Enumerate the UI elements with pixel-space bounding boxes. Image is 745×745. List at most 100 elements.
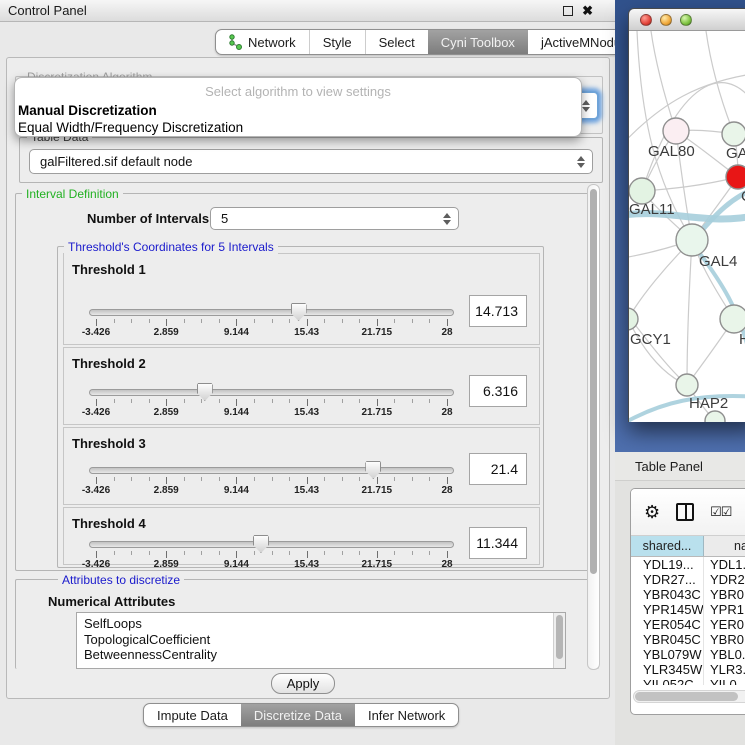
table-row[interactable]: YBL079WYBL0... [631,647,745,662]
threshold-value-field[interactable]: 11.344 [469,527,527,559]
table-data-combobox[interactable]: galFiltered.sif default node [29,149,593,174]
cell-shared-name[interactable]: YIL052C [631,677,704,685]
table-row[interactable]: YPR145WYPR1... [631,602,745,617]
tab-style[interactable]: Style [309,30,365,54]
threshold-value-field[interactable]: 14.713 [469,295,527,327]
cell-shared-name[interactable]: YBL079W [631,647,704,662]
number-of-intervals-combobox[interactable]: 5 [210,207,459,230]
slider-thumb[interactable] [197,383,213,401]
column-header-shared-name[interactable]: shared... [631,536,704,556]
table-row[interactable]: YLR345WYLR3... [631,662,745,677]
close-traffic-light-icon[interactable] [640,14,652,26]
algorithm-dropdown-popup: Select algorithm to view settings Manual… [14,77,582,137]
table-rows: YDL19...YDL1...YDR27...YDR2...YBR043CYBR… [631,557,745,685]
cell-name[interactable]: YPR1... [704,602,745,617]
slider-track[interactable] [89,309,454,316]
table-row[interactable]: YER054CYER0... [631,617,745,632]
network-canvas[interactable]: GAL80GACGAL11GAL4GCY1HHAP2 [629,31,745,422]
tab-select[interactable]: Select [365,30,428,54]
network-node[interactable] [720,305,745,333]
cell-shared-name[interactable]: YBR045C [631,632,704,647]
cell-name[interactable]: YBR0... [704,587,745,602]
cell-shared-name[interactable]: YBR043C [631,587,704,602]
attribute-list-item[interactable]: SelfLoops [77,616,565,632]
network-node[interactable] [676,224,708,256]
tick-label: 15.43 [279,327,335,338]
cell-shared-name[interactable]: YLR345W [631,662,704,677]
tick-mark [272,399,273,403]
network-node-label: C [741,188,745,205]
cell-shared-name[interactable]: YER054C [631,617,704,632]
tick-label: 2.859 [138,407,194,418]
cell-name[interactable]: YDR2... [704,572,745,587]
slider-track[interactable] [89,467,454,474]
tab-cyni-toolbox[interactable]: Cyni Toolbox [428,30,528,54]
tab-discretize-data[interactable]: Discretize Data [241,704,355,726]
panel-vertical-scrollbar[interactable] [587,184,600,670]
table-row[interactable]: YBR043CYBR0... [631,587,745,602]
table-row[interactable]: YDL19...YDL1... [631,557,745,572]
slider-thumb[interactable] [291,303,307,321]
numerical-attributes-list[interactable]: SelfLoopsTopologicalCoefficientBetweenne… [76,612,566,669]
cell-name[interactable]: YDL1... [704,557,745,572]
tick-label: 15.43 [279,407,335,418]
column-header-name[interactable]: na... [704,536,745,556]
cell-shared-name[interactable]: YDL19... [631,557,704,572]
table-horizontal-scrollbar[interactable] [633,690,745,703]
select-columns-icon[interactable]: ☑☑ [710,504,731,520]
threshold-panel: Threshold 3-3.4262.8599.14415.4321.71528… [63,427,540,505]
tab-network[interactable]: Network [216,30,309,54]
tick-mark [307,399,308,406]
dropdown-option-manual[interactable]: Manual Discretization [18,103,157,118]
split-columns-icon[interactable] [676,503,694,521]
network-node[interactable] [722,122,745,146]
attribute-list-item[interactable]: TopologicalCoefficient [77,632,565,648]
minimize-traffic-light-icon[interactable] [660,14,672,26]
tick-mark [219,319,220,323]
list-scrollbar[interactable] [553,613,565,668]
tick-mark [429,399,430,403]
cell-name[interactable]: YLR3... [704,662,745,677]
tick-label: 2.859 [138,559,194,570]
tick-mark [254,319,255,323]
network-icon [229,34,243,50]
slider-track[interactable] [89,541,454,548]
slider-thumb[interactable] [253,535,269,553]
tab-impute-data[interactable]: Impute Data [144,704,241,726]
slider-track[interactable] [89,389,454,396]
threshold-value-field[interactable]: 6.316 [469,375,527,407]
slider-thumb[interactable] [365,461,381,479]
tab-infer-network[interactable]: Infer Network [355,704,458,726]
network-node[interactable] [726,165,745,189]
table-row[interactable]: YDR27...YDR2... [631,572,745,587]
network-node-label: GAL11 [629,201,675,218]
table-row[interactable]: YBR045CYBR0... [631,632,745,647]
cell-name[interactable]: YBL0... [704,647,745,662]
network-edge[interactable] [687,240,692,385]
network-node[interactable] [676,374,698,396]
network-node[interactable] [663,118,689,144]
cell-name[interactable]: YER0... [704,617,745,632]
cell-shared-name[interactable]: YPR145W [631,602,704,617]
threshold-value-field[interactable]: 21.4 [469,453,527,485]
zoom-traffic-light-icon[interactable] [680,14,692,26]
dropdown-option-equal-width[interactable]: Equal Width/Frequency Discretization [18,120,243,135]
apply-button[interactable]: Apply [271,673,335,694]
cell-name[interactable]: YIL0... [704,677,745,685]
cell-name[interactable]: YBR0... [704,632,745,647]
cell-shared-name[interactable]: YDR27... [631,572,704,587]
close-icon[interactable]: ✖ [582,6,593,16]
thresholds-group-title: Threshold's Coordinates for 5 Intervals [64,240,278,254]
tick-label: 15.43 [279,559,335,570]
gear-icon[interactable]: ⚙ [644,503,660,521]
table-row[interactable]: YIL052CYIL0... [631,677,745,685]
tick-mark [131,399,132,403]
attributes-group: Attributes to discretize Numerical Attri… [15,579,599,669]
attribute-list-item[interactable]: BetweennessCentrality [77,647,565,663]
network-edge[interactable] [651,31,676,131]
network-edge[interactable] [642,177,738,191]
threshold-label: Threshold 4 [72,516,146,531]
tick-mark [307,551,308,558]
float-window-icon[interactable] [563,6,573,16]
cyni-mode-tab-bar: Impute Data Discretize Data Infer Networ… [143,703,459,727]
